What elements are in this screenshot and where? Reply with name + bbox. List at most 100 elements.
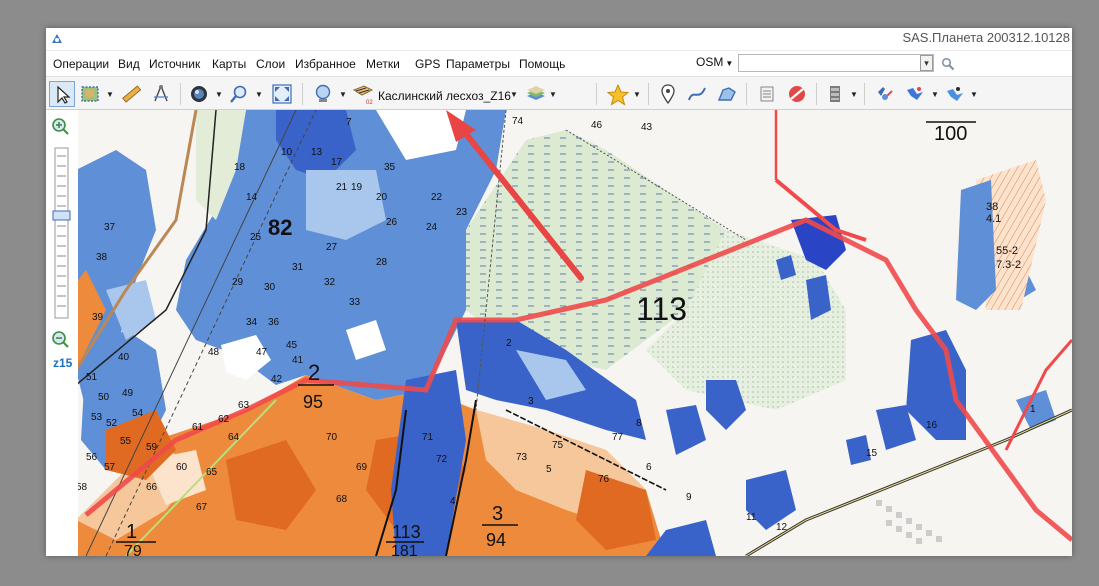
path-icon xyxy=(688,87,706,101)
zoom-slider-thumb[interactable] xyxy=(52,210,71,221)
svg-text:43: 43 xyxy=(641,122,653,133)
chevron-down-icon[interactable]: ▼ xyxy=(339,90,347,99)
zoom-in-button[interactable] xyxy=(52,118,69,135)
fraction-numerator-2: 2 xyxy=(308,360,320,385)
zoom-slider-track[interactable] xyxy=(54,147,69,319)
svg-text:17: 17 xyxy=(331,157,343,168)
gps-globe-button[interactable] xyxy=(186,81,212,107)
ruler-tool-button[interactable] xyxy=(118,81,144,107)
menu-favorites[interactable]: Избранное xyxy=(295,57,356,71)
layers-stack-button[interactable] xyxy=(522,81,548,107)
forest-block-113-label: 113 xyxy=(636,291,687,327)
chevron-down-icon[interactable]: ▼ xyxy=(633,90,641,99)
app-window: SAS.Планета 200312.10128 Операции Вид Ис… xyxy=(46,28,1072,556)
chevron-down-icon[interactable]: ▼ xyxy=(106,90,114,99)
gps-track-button[interactable] xyxy=(902,81,928,107)
svg-text:14: 14 xyxy=(246,192,258,203)
svg-text:49: 49 xyxy=(122,388,134,399)
toolbar-separator xyxy=(596,83,597,105)
cache-button[interactable] xyxy=(822,81,848,107)
chevron-down-icon[interactable]: ▼ xyxy=(215,90,223,99)
add-path-button[interactable] xyxy=(684,81,710,107)
menu-source[interactable]: Источник xyxy=(149,57,200,71)
menu-marks[interactable]: Метки xyxy=(366,57,400,71)
pointer-tool-button[interactable] xyxy=(49,81,75,107)
add-placemark-button[interactable] xyxy=(655,81,681,107)
svg-text:3: 3 xyxy=(528,396,534,407)
menu-settings[interactable]: Параметры xyxy=(446,57,510,71)
svg-text:34: 34 xyxy=(246,317,258,328)
plot-label-41: 4.1 xyxy=(986,213,1001,225)
svg-text:21: 21 xyxy=(336,182,348,193)
svg-text:02: 02 xyxy=(366,100,373,106)
chevron-down-icon[interactable]: ▼ xyxy=(931,90,939,99)
svg-text:23: 23 xyxy=(456,207,468,218)
svg-text:48: 48 xyxy=(208,347,220,358)
svg-text:20: 20 xyxy=(376,192,388,203)
favorites-button[interactable] xyxy=(604,81,630,107)
svg-text:33: 33 xyxy=(349,297,361,308)
map-source-select[interactable]: OSM ▼ xyxy=(696,55,733,69)
layer-name-label[interactable]: Каслинский лесхоз_Z16 xyxy=(378,89,511,103)
gps-connect-button[interactable] xyxy=(872,81,898,107)
menu-view[interactable]: Вид xyxy=(118,57,140,71)
dark-globe-icon xyxy=(191,86,207,102)
add-polygon-button[interactable] xyxy=(714,81,740,107)
svg-text:40: 40 xyxy=(118,352,130,363)
search-history-dropdown[interactable]: ▾ xyxy=(920,55,933,71)
svg-text:70: 70 xyxy=(326,432,338,443)
svg-text:62: 62 xyxy=(218,414,230,425)
marks-visibility-button[interactable] xyxy=(754,81,780,107)
menu-gps[interactable]: GPS xyxy=(415,57,440,71)
layer-map-icon: 02 xyxy=(352,85,373,106)
svg-text:42: 42 xyxy=(271,374,283,385)
satellite-center-icon xyxy=(947,87,963,101)
svg-text:74: 74 xyxy=(512,116,524,127)
svg-text:24: 24 xyxy=(426,222,438,233)
compass-icon xyxy=(154,85,168,102)
menu-help[interactable]: Помощь xyxy=(519,57,565,71)
svg-text:12: 12 xyxy=(776,522,788,533)
fraction-numerator-1: 1 xyxy=(126,521,137,543)
fullscreen-icon xyxy=(272,84,292,104)
chevron-down-icon[interactable]: ▼ xyxy=(970,90,978,99)
select-area-button[interactable] xyxy=(77,81,103,107)
satellite-icon xyxy=(907,87,923,100)
compass-tool-button[interactable] xyxy=(148,81,174,107)
svg-text:53: 53 xyxy=(91,412,103,423)
svg-text:11: 11 xyxy=(746,512,757,523)
svg-text:47: 47 xyxy=(256,347,268,358)
chevron-down-icon[interactable]: ▼ xyxy=(850,90,858,99)
chevron-down-icon[interactable]: ▼ xyxy=(549,90,557,99)
chevron-down-icon[interactable]: ▼ xyxy=(255,90,263,99)
svg-text:72: 72 xyxy=(436,454,448,465)
map-type-button[interactable] xyxy=(310,81,336,107)
ruler-icon xyxy=(122,85,141,103)
svg-text:18: 18 xyxy=(234,162,246,173)
main-toolbar: ▼ ▼ ▼ ▼ 02 Каслинский лесхоз_Z16 ▼ ▼ ▼ ▼… xyxy=(46,76,1072,110)
fraction-denominator-181: 181 xyxy=(391,543,418,556)
svg-text:55: 55 xyxy=(120,436,132,447)
zoom-tool-button[interactable] xyxy=(226,81,252,107)
map-source-value: OSM xyxy=(696,55,724,69)
hide-marks-button[interactable] xyxy=(784,81,810,107)
chevron-down-icon[interactable]: ▼ xyxy=(510,90,518,99)
plot-label-552: 55-2 xyxy=(996,245,1018,257)
layer-select-button[interactable]: 02 xyxy=(349,81,375,107)
menu-operations[interactable]: Операции xyxy=(53,57,109,71)
menu-bar: Операции Вид Источник Карты Слои Избранн… xyxy=(46,50,1072,77)
svg-text:61: 61 xyxy=(192,422,204,433)
gps-center-button[interactable] xyxy=(942,81,968,107)
svg-text:6: 6 xyxy=(646,462,652,473)
zoom-controls xyxy=(52,118,71,348)
search-icon[interactable] xyxy=(941,57,955,71)
forest-map-canvas[interactable]: 113 82 100 2 95 1 79 113 181 3 94 38 4.1… xyxy=(46,110,1072,556)
menu-layers[interactable]: Слои xyxy=(256,57,285,71)
select-rect-icon xyxy=(81,86,99,102)
map-view[interactable]: 113 82 100 2 95 1 79 113 181 3 94 38 4.1… xyxy=(46,110,1072,556)
zoom-out-button[interactable] xyxy=(52,331,69,348)
chevron-down-icon: ▼ xyxy=(725,59,734,68)
search-input[interactable] xyxy=(738,54,934,72)
fullscreen-button[interactable] xyxy=(269,81,295,107)
menu-maps[interactable]: Карты xyxy=(212,57,246,71)
